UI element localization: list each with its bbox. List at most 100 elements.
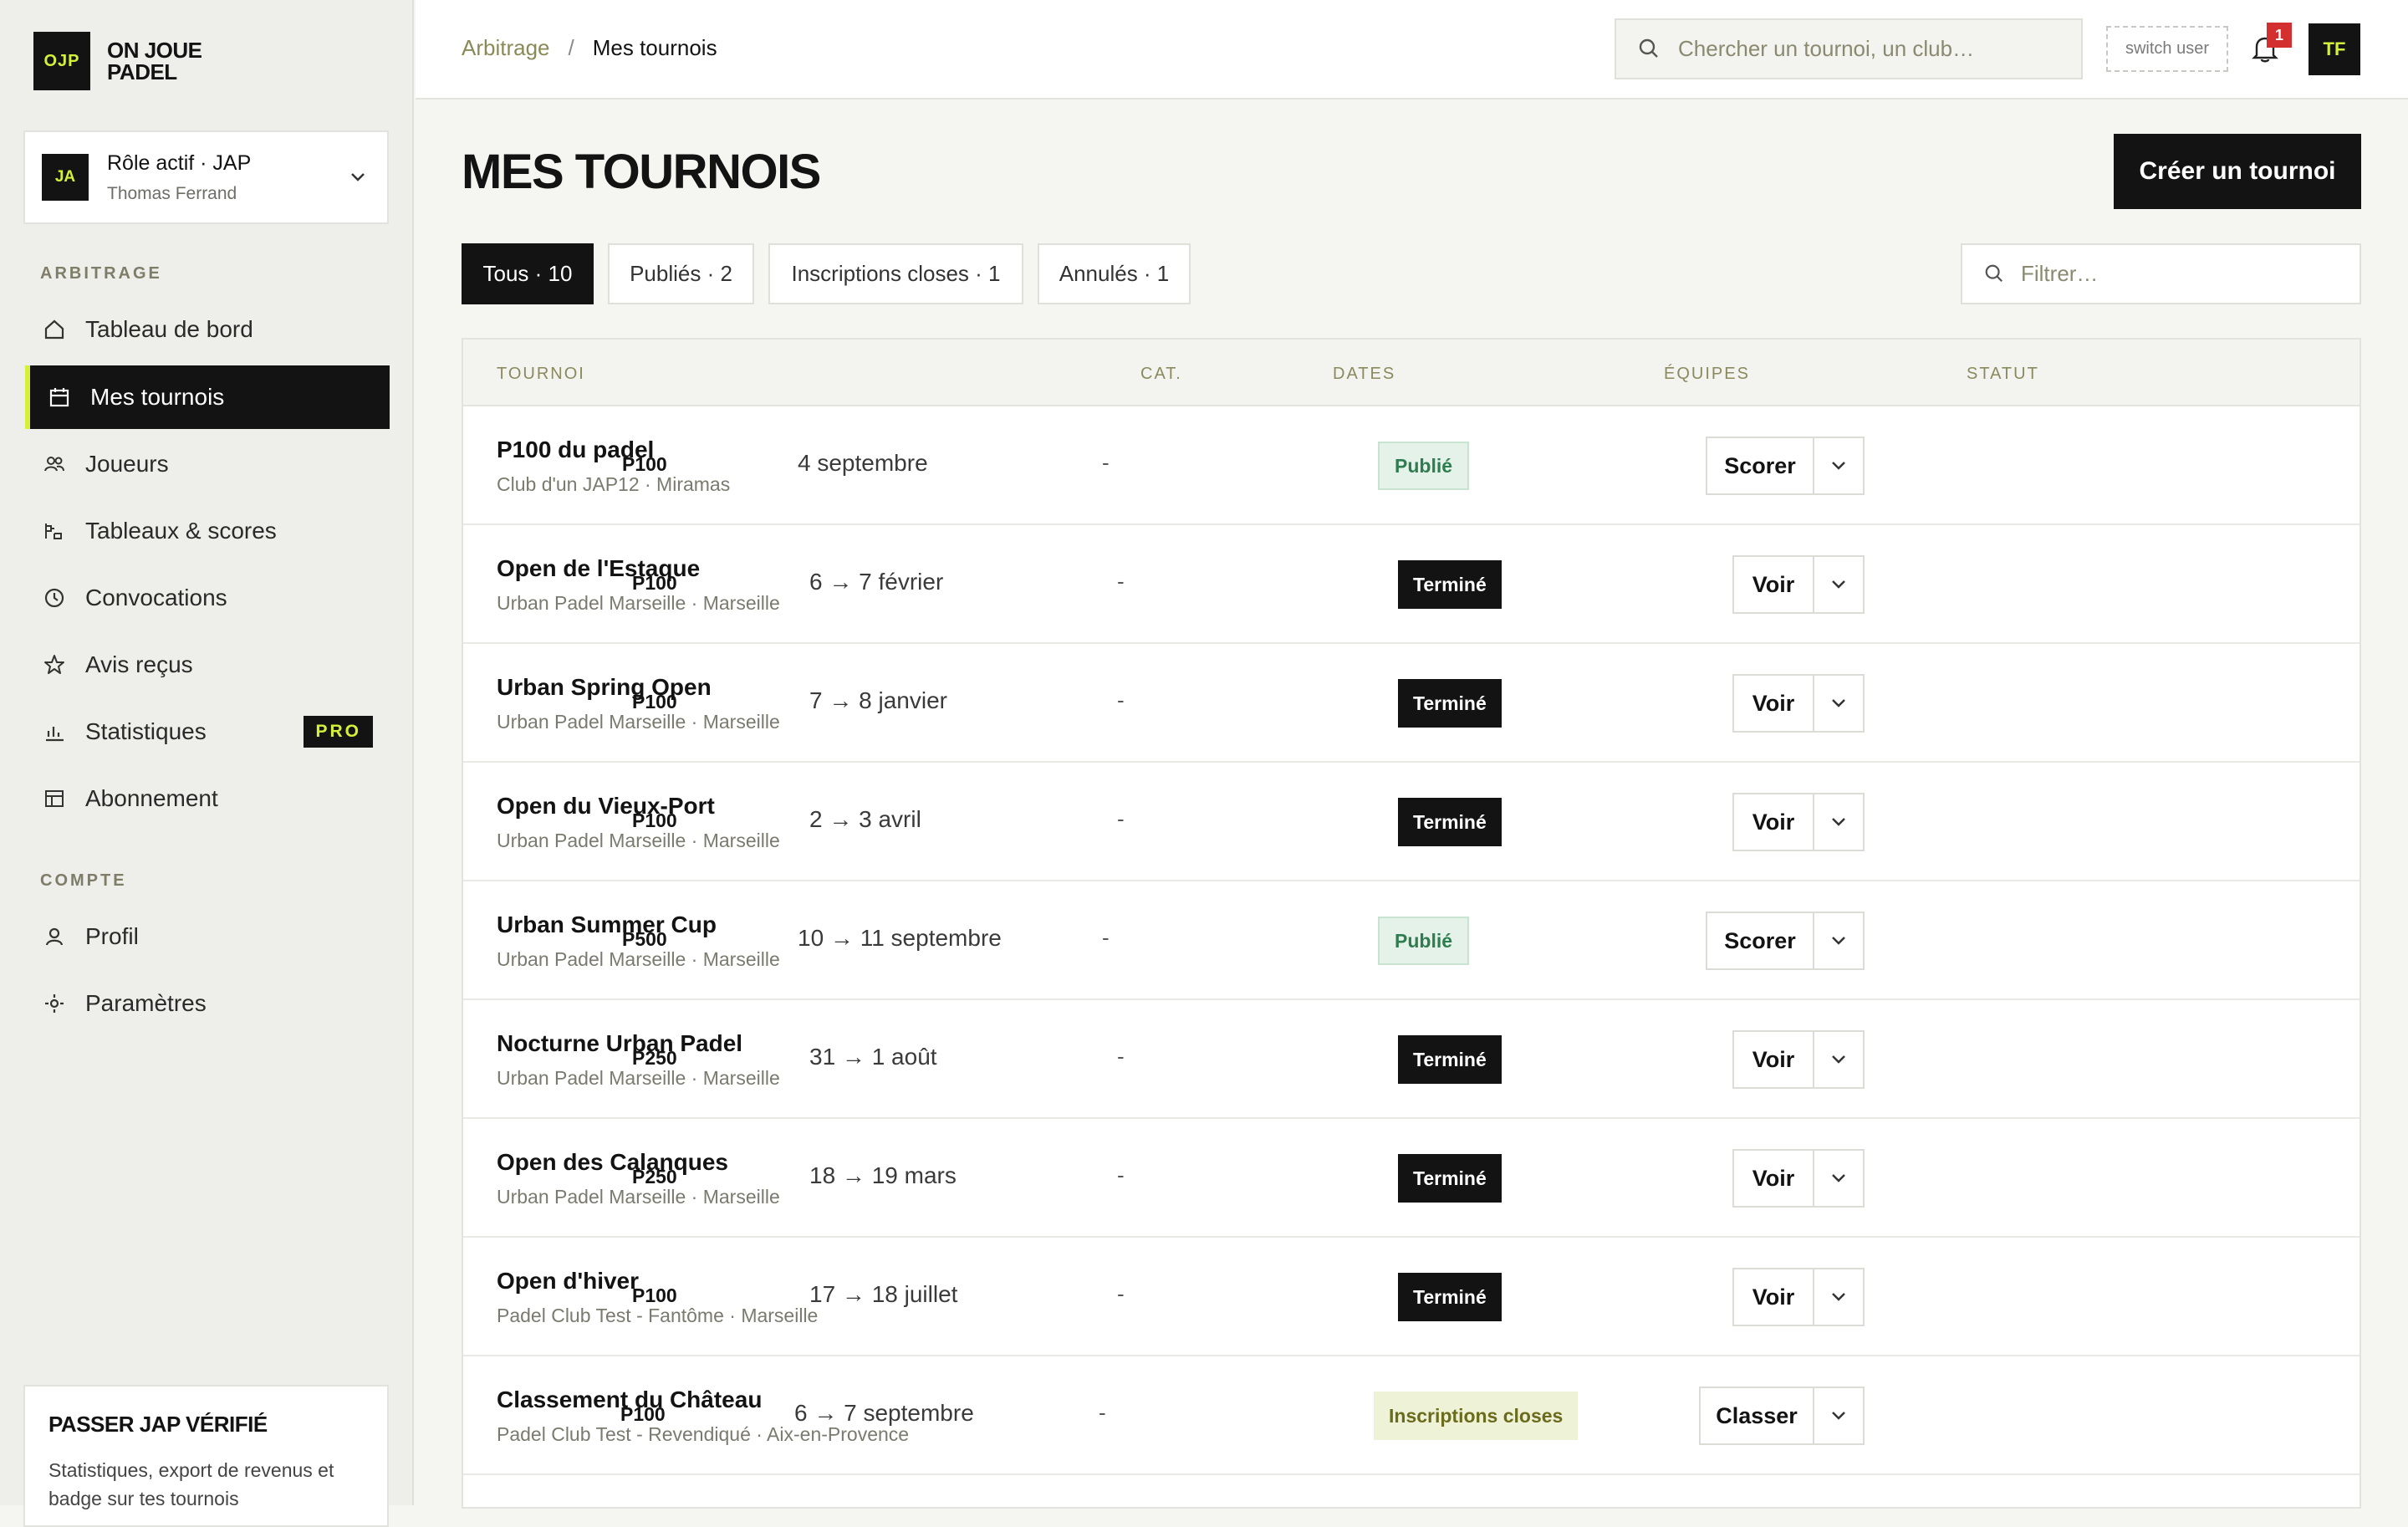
sidebar-item-subscription[interactable]: Abonnement	[25, 767, 390, 830]
chevron-down-icon[interactable]	[1814, 1151, 1863, 1206]
sidebar-item-brackets[interactable]: Tableaux & scores	[25, 499, 390, 563]
chevron-down-icon[interactable]	[1814, 557, 1863, 612]
breadcrumb-parent[interactable]: Arbitrage	[462, 35, 550, 61]
row-action-button[interactable]: Classer	[1701, 1388, 1814, 1443]
upsell-title: PASSER JAP VÉRIFIÉ	[48, 1412, 268, 1437]
column-header-category: CAT.	[1140, 365, 1182, 383]
row-action-group: Scorer	[1706, 912, 1865, 970]
tournament-dates: 18 → 19 mars	[809, 1162, 957, 1188]
tournament-teams: -	[1117, 1162, 1125, 1187]
chevron-down-icon[interactable]	[1814, 1269, 1863, 1325]
row-action-group: Voir	[1732, 555, 1865, 614]
tournament-name[interactable]: Nocturne Urban Padel	[497, 1030, 742, 1057]
tournament-name[interactable]: Open du Vieux-Port	[497, 793, 715, 820]
table-row[interactable]: Urban Summer Cup Urban Padel Marseille · …	[463, 881, 2360, 1000]
tournament-club: Club d'un JAP12 · Miramas	[497, 473, 731, 495]
row-action-group: Voir	[1732, 674, 1865, 733]
tournament-club: Urban Padel Marseille · Marseille	[497, 830, 780, 851]
table-row[interactable]: Open du Vieux-Port Urban Padel Marseille …	[463, 763, 2360, 881]
search-icon	[1984, 263, 2006, 285]
chevron-down-icon[interactable]	[1814, 1388, 1863, 1443]
column-header-dates: DATES	[1333, 365, 1396, 383]
tournament-teams: -	[1102, 450, 1110, 475]
sidebar-item-label: Tableau de bord	[85, 316, 253, 342]
switch-user-button[interactable]: switch user	[2106, 26, 2228, 72]
status-badge: Publié	[1378, 442, 1470, 490]
role-user: Thomas Ferrand	[107, 183, 237, 203]
tab-all[interactable]: Tous · 10	[462, 243, 594, 304]
sidebar-item-reviews[interactable]: Avis reçus	[25, 633, 390, 697]
chevron-down-icon[interactable]	[1814, 794, 1863, 850]
sidebar-item-my-tournaments[interactable]: Mes tournois	[25, 365, 390, 429]
clock-icon	[42, 585, 67, 610]
role-title: Rôle actif · JAP	[107, 151, 252, 175]
row-action-button[interactable]: Scorer	[1707, 438, 1814, 493]
table-row[interactable]: Open des Calanques Urban Padel Marseille …	[463, 1119, 2360, 1238]
brand-logo[interactable]: OJP ON JOUE PADEL	[33, 32, 207, 90]
tournament-dates: 6 → 7 septembre	[794, 1400, 974, 1426]
tournament-teams: -	[1117, 806, 1125, 831]
row-action-button[interactable]: Scorer	[1707, 913, 1814, 968]
sidebar-item-label: Avis reçus	[85, 651, 193, 677]
tournament-dates: 31 → 1 août	[809, 1044, 937, 1070]
role-switcher[interactable]: JA Rôle actif · JAP Thomas Ferrand	[23, 130, 389, 224]
star-icon	[42, 652, 67, 677]
tournament-club: Urban Padel Marseille · Marseille	[497, 592, 780, 614]
global-search-input[interactable]: Chercher un tournoi, un club…	[1615, 18, 2083, 79]
table-row[interactable]: P100 du padel Club d'un JAP12 · Miramas P1…	[463, 406, 2360, 525]
table-row[interactable]: Open d'hiver Padel Club Test - Fantôme · …	[463, 1238, 2360, 1356]
tournament-name[interactable]: Urban Spring Open	[497, 674, 712, 701]
tournament-name[interactable]: Urban Summer Cup	[497, 912, 717, 938]
tab-published[interactable]: Publiés · 2	[608, 243, 754, 304]
row-action-button[interactable]: Voir	[1734, 676, 1814, 731]
tournament-category: P100	[632, 1284, 677, 1306]
sidebar-item-label: Mes tournois	[90, 384, 225, 410]
row-action-button[interactable]: Voir	[1734, 1269, 1814, 1325]
sidebar-item-settings[interactable]: Paramètres	[25, 972, 390, 1035]
row-action-button[interactable]: Voir	[1734, 1151, 1814, 1206]
tab-registrations-closed[interactable]: Inscriptions closes · 1	[768, 243, 1023, 304]
chevron-down-icon[interactable]	[1814, 913, 1863, 968]
tournament-category: P100	[620, 1403, 666, 1425]
sidebar-item-convocations[interactable]: Convocations	[25, 566, 390, 630]
settings-icon	[42, 991, 67, 1016]
chevron-down-icon[interactable]	[1814, 676, 1863, 731]
tournament-teams: -	[1102, 925, 1110, 950]
status-badge: Terminé	[1398, 1035, 1502, 1084]
tab-cancelled[interactable]: Annulés · 1	[1038, 243, 1191, 304]
tournament-teams: -	[1117, 687, 1125, 712]
tournament-club: Padel Club Test - Revendiqué · Aix-en-Pr…	[497, 1423, 910, 1445]
row-action-button[interactable]: Voir	[1734, 557, 1814, 612]
tournament-dates: 2 → 3 avril	[809, 806, 921, 832]
status-badge: Terminé	[1398, 1273, 1502, 1321]
chevron-down-icon[interactable]	[1814, 438, 1863, 493]
table-row[interactable]: Nocturne Urban Padel Urban Padel Marseill…	[463, 1000, 2360, 1119]
sidebar-item-label: Profil	[85, 923, 139, 949]
row-action-group: Voir	[1732, 1030, 1865, 1089]
table-row[interactable]: Classement du Château Padel Club Test - R…	[463, 1356, 2360, 1475]
user-avatar[interactable]: TF	[2309, 23, 2360, 75]
table-row[interactable]: Open de l'Estaque Urban Padel Marseille ·…	[463, 525, 2360, 644]
row-action-button[interactable]: Voir	[1734, 794, 1814, 850]
row-action-button[interactable]: Voir	[1734, 1032, 1814, 1087]
chevron-down-icon[interactable]	[1814, 1032, 1863, 1087]
tournament-teams: -	[1117, 1281, 1125, 1306]
sidebar-item-statistics[interactable]: Statistiques PRO	[25, 700, 390, 764]
bar-chart-icon	[42, 719, 67, 744]
sidebar-item-profile[interactable]: Profil	[25, 905, 390, 968]
table-row[interactable]: Urban Spring Open Urban Padel Marseille ·…	[463, 644, 2360, 763]
row-action-group: Voir	[1732, 1268, 1865, 1326]
status-badge: Terminé	[1398, 679, 1502, 728]
sidebar-item-label: Tableaux & scores	[85, 518, 277, 544]
upsell-card[interactable]: PASSER JAP VÉRIFIÉ Statistiques, export …	[23, 1385, 389, 1527]
column-header-status: STATUT	[1967, 365, 2039, 383]
tournaments-table: TOURNOI CAT. DATES ÉQUIPES STATUT P100 d…	[462, 338, 2361, 1509]
sidebar-item-players[interactable]: Joueurs	[25, 432, 390, 496]
sidebar-item-dashboard[interactable]: Tableau de bord	[25, 298, 390, 361]
tournament-name[interactable]: Open d'hiver	[497, 1268, 639, 1295]
create-tournament-button[interactable]: Créer un tournoi	[2114, 134, 2361, 209]
section-label-arbitrage: ARBITRAGE	[40, 264, 162, 283]
notification-count-badge: 1	[2267, 23, 2292, 48]
filter-input[interactable]: Filtrer…	[1961, 243, 2361, 304]
tournament-name[interactable]: Open des Calanques	[497, 1149, 728, 1176]
